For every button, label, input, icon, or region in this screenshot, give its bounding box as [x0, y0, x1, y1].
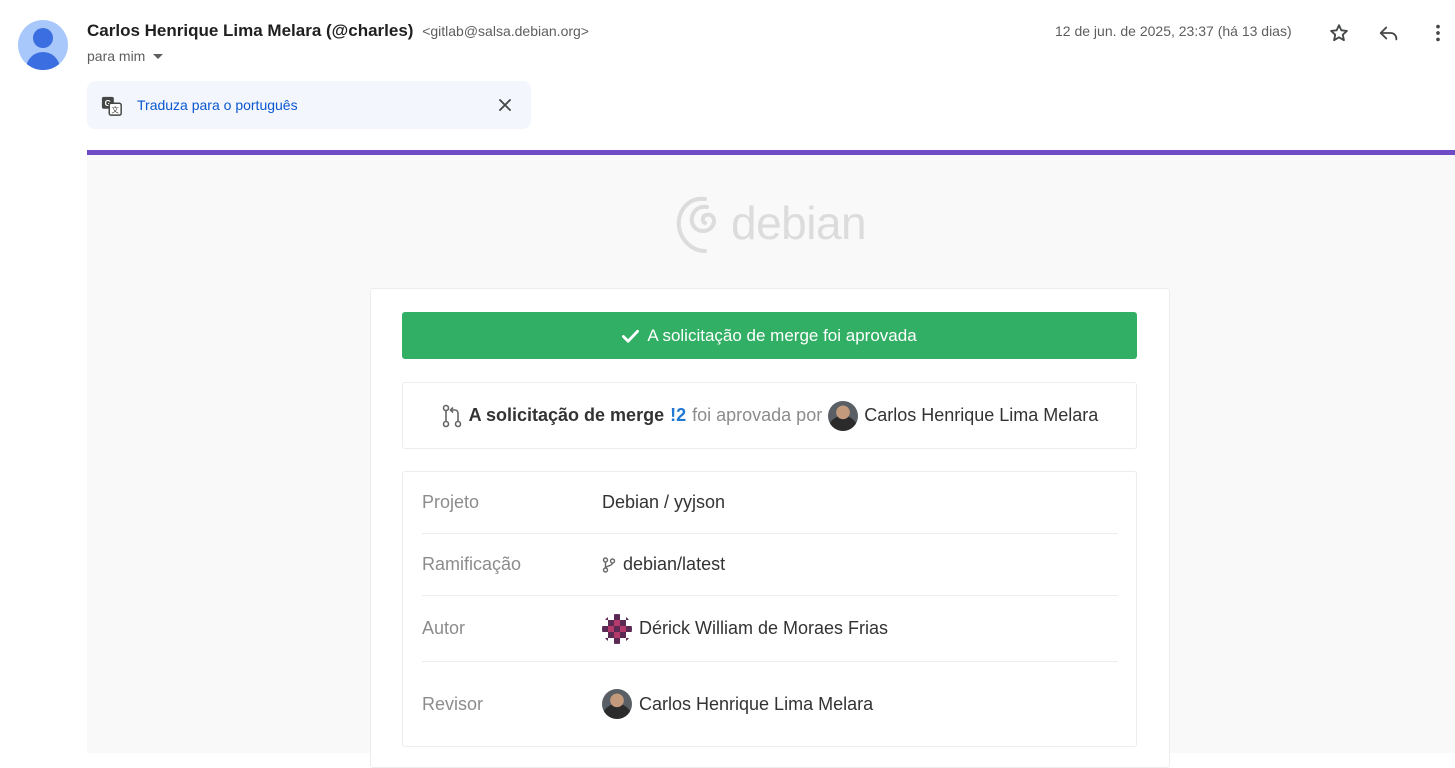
- approved-banner-text: A solicitação de merge foi aprovada: [647, 325, 917, 345]
- branch-icon: [602, 556, 616, 573]
- star-icon[interactable]: [1326, 20, 1352, 46]
- detail-value: debian/latest: [623, 554, 726, 574]
- detail-label: Autor: [422, 618, 466, 638]
- avatar-body-shape: [26, 52, 60, 70]
- avatar-head-shape: [33, 28, 53, 48]
- detail-value: Carlos Henrique Lima Melara: [639, 693, 874, 714]
- translate-icon: G文: [101, 95, 123, 122]
- svg-text:文: 文: [112, 105, 120, 114]
- author-avatar: [602, 613, 632, 644]
- detail-row-project: Projeto Debian / yyjson: [422, 472, 1118, 534]
- project-link[interactable]: Debian / yyjson: [602, 492, 725, 513]
- recipient-text: para mim: [87, 48, 146, 64]
- more-vert-icon[interactable]: [1425, 20, 1451, 46]
- approval-summary: A solicitação de merge !2 foi aprovada p…: [402, 382, 1137, 449]
- detail-label: Revisor: [422, 693, 484, 714]
- sender-avatar[interactable]: [18, 20, 68, 70]
- chevron-down-icon[interactable]: [153, 53, 164, 59]
- close-icon[interactable]: [495, 95, 515, 120]
- translate-link[interactable]: Traduza para o português: [137, 97, 298, 113]
- detail-value: Debian / yyjson: [602, 492, 726, 512]
- reply-icon[interactable]: [1376, 20, 1402, 46]
- author-link[interactable]: Dérick William de Moraes Frias: [602, 613, 889, 644]
- branch-link[interactable]: debian/latest: [602, 554, 725, 575]
- detail-label: Ramificação: [422, 554, 522, 574]
- merge-request-card: A solicitação de merge foi aprovada A so…: [370, 288, 1170, 768]
- reviewer-link[interactable]: Carlos Henrique Lima Melara: [602, 689, 873, 719]
- detail-label: Projeto: [422, 492, 480, 512]
- translate-banner: G文 Traduza para o português: [87, 81, 531, 129]
- details-table: Projeto Debian / yyjson Ramificação debi…: [402, 471, 1137, 747]
- check-icon: [622, 329, 640, 343]
- approval-middle-text: foi aprovada por: [692, 405, 823, 425]
- detail-row-author: Autor Dérick William de Moraes Frias: [422, 596, 1118, 662]
- detail-value: Dérick William de Moraes Frias: [639, 618, 889, 638]
- sender-name[interactable]: Carlos Henrique Lima Melara (@charles): [87, 21, 413, 40]
- logo-text: debian: [731, 197, 867, 249]
- merge-request-icon: [442, 404, 461, 427]
- approved-banner: A solicitação de merge foi aprovada: [402, 312, 1137, 359]
- reviewer-avatar: [602, 689, 632, 719]
- approver-name[interactable]: Carlos Henrique Lima Melara: [864, 405, 1098, 426]
- merge-request-link[interactable]: !2: [670, 405, 686, 426]
- email-date: 12 de jun. de 2025, 23:37 (há 13 dias): [1055, 23, 1292, 39]
- detail-row-branch: Ramificação debian/latest: [422, 534, 1118, 596]
- email-content: debian A solicitação de merge foi aprova…: [87, 150, 1455, 768]
- detail-row-reviewer: Revisor Carlos Henrique Lima Melara: [422, 662, 1118, 746]
- recipient-line[interactable]: para mim: [87, 48, 164, 64]
- debian-logo: debian: [675, 191, 867, 255]
- sender-address: <gitlab@salsa.debian.org>: [422, 23, 589, 39]
- approver-avatar: [828, 400, 859, 431]
- approval-prefix: A solicitação de merge: [468, 405, 665, 425]
- sender-line: Carlos Henrique Lima Melara (@charles) <…: [87, 21, 589, 41]
- debian-swirl-icon: [676, 196, 717, 253]
